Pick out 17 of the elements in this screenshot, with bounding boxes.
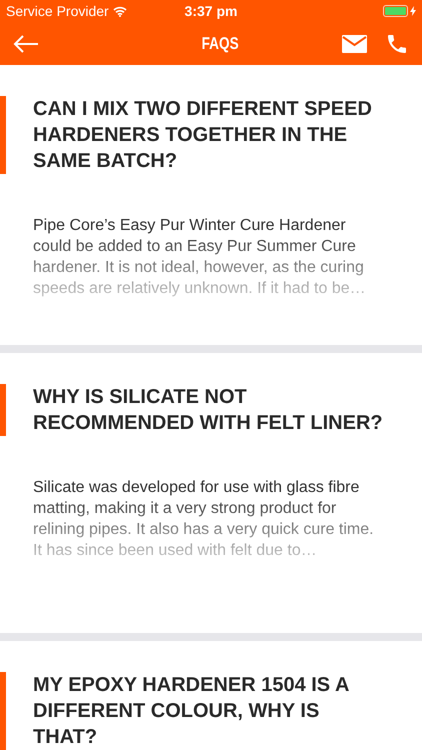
charging-icon	[410, 6, 416, 16]
back-button[interactable]	[13, 34, 39, 54]
faq-answer: Pipe Core’s Easy Pur Winter Cure Hardener could be added to an Easy Pur Summer Cure hardener. It is not ideal, however, as the curing speeds are relatively unknown. If it had to be…	[32, 216, 367, 299]
header-title: FAQS	[202, 32, 239, 55]
status-time: 3:37 pm	[184, 2, 238, 21]
faq-answer: Silicate was developed for use with glass fibre matting, making it a very strong product for relining pipes. It also has a very quick cure time. It has since been used with felt due to…	[32, 478, 375, 561]
faq-question: MY EPOXY HARDENER 1504 IS A DIFFERENT COLOUR, WHY IS THAT?	[32, 673, 350, 750]
faq-card[interactable]	[0, 353, 422, 633]
mail-button[interactable]	[342, 34, 367, 52]
faq-question: CAN I MIX TWO DIFFERENT SPEED HARDENERS TOGETHER IN THE SAME BATCH?	[32, 97, 373, 174]
faq-question: WHY IS SILICATE NOT RECOMMENDED WITH FELT LINER?	[32, 385, 384, 436]
wifi-icon	[112, 6, 127, 16]
carrier-name: Service Provider	[6, 2, 109, 20]
faq-card[interactable]: MY EPOXY HARDENER 1504 IS A DIFFERENT COLOUR, WHY IS THAT?	[0, 641, 422, 750]
accent-bar	[0, 384, 6, 436]
battery-icon	[382, 5, 408, 17]
faq-card[interactable]	[0, 65, 422, 345]
